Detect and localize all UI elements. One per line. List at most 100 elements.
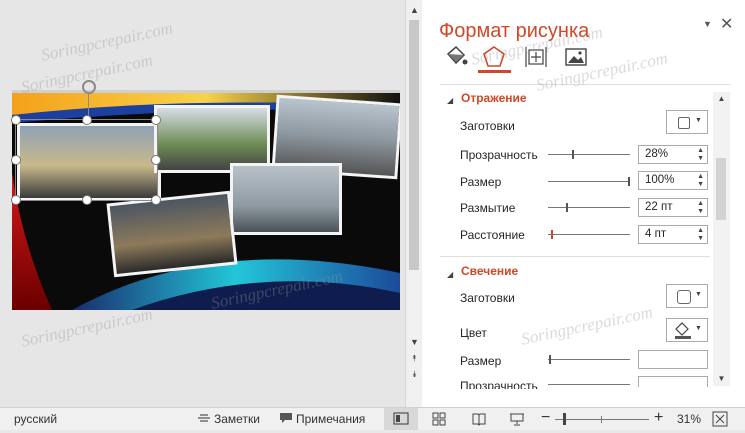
- reflection-blur-input[interactable]: 22 пт ▲ ▼: [638, 198, 708, 217]
- notes-button[interactable]: Заметки: [214, 412, 260, 426]
- chevron-down-icon: ▼: [695, 291, 702, 298]
- spin-down-icon[interactable]: ▼: [697, 181, 704, 188]
- scroll-thumb[interactable]: [716, 158, 726, 220]
- scroll-down-icon[interactable]: ▼: [406, 334, 423, 350]
- size-properties-icon[interactable]: [523, 44, 549, 70]
- spin-up-icon[interactable]: ▲: [697, 227, 704, 234]
- effects-tab-underline: [478, 70, 511, 73]
- spin-down-icon[interactable]: ▼: [697, 235, 704, 242]
- glow-section-title[interactable]: Свечение: [461, 264, 518, 278]
- zoom-level[interactable]: 31%: [677, 412, 701, 426]
- fit-slide-icon[interactable]: [712, 411, 728, 430]
- normal-view-button[interactable]: [384, 408, 418, 430]
- reflection-transparency-label: Прозрачность: [460, 148, 538, 162]
- resize-handle-bottom-left[interactable]: [11, 195, 21, 205]
- reflection-size-thumb[interactable]: [628, 177, 630, 186]
- slideshow-icon[interactable]: [509, 412, 525, 429]
- notes-icon: [198, 413, 210, 424]
- zoom-slider-thumb[interactable]: [563, 413, 566, 425]
- reflection-presets-dropdown[interactable]: ▼: [666, 110, 708, 134]
- glow-size-thumb[interactable]: [549, 355, 551, 364]
- section-divider: [440, 256, 710, 257]
- scroll-down-icon[interactable]: ▼: [713, 372, 730, 386]
- glow-transparency-input[interactable]: [638, 376, 708, 387]
- resize-handle-top-left[interactable]: [11, 115, 21, 125]
- selection-frame[interactable]: [15, 119, 158, 201]
- reflection-size-slider[interactable]: [548, 181, 630, 182]
- resize-handle-top[interactable]: [82, 115, 92, 125]
- reflection-blur-slider[interactable]: [548, 207, 630, 208]
- glow-transparency-slider[interactable]: [548, 384, 630, 385]
- scroll-up-icon[interactable]: ▲: [713, 92, 730, 106]
- reflection-size-label: Размер: [460, 175, 502, 189]
- zoom-in-icon[interactable]: +: [654, 409, 663, 427]
- spin-down-icon[interactable]: ▼: [697, 155, 704, 162]
- preset-swatch-icon: [678, 117, 690, 129]
- glow-size-label: Размер: [460, 354, 502, 368]
- zoom-slider[interactable]: [555, 419, 649, 420]
- glow-color-label: Цвет: [460, 326, 487, 340]
- reflection-collapse-icon[interactable]: ◢: [447, 96, 453, 105]
- preset-swatch-icon: [677, 290, 691, 304]
- scroll-thumb[interactable]: [409, 20, 419, 270]
- resize-handle-top-right[interactable]: [151, 115, 161, 125]
- effects-icon[interactable]: [481, 44, 507, 70]
- reflection-blur-label: Размытие: [460, 201, 516, 215]
- slide-photo-road-people[interactable]: [106, 190, 238, 278]
- reflection-transparency-slider[interactable]: [548, 154, 630, 155]
- reflection-size-value: 100%: [645, 174, 675, 186]
- slide-sorter-icon[interactable]: [432, 412, 446, 429]
- spin-up-icon[interactable]: ▲: [697, 173, 704, 180]
- picture-icon[interactable]: [563, 44, 589, 70]
- resize-handle-bottom-right[interactable]: [151, 195, 161, 205]
- paint-bucket-icon: [675, 322, 691, 339]
- pane-vertical-scrollbar[interactable]: ▲ ▼: [713, 92, 730, 386]
- spin-down-icon[interactable]: ▼: [697, 208, 704, 215]
- resize-handle-right[interactable]: [151, 155, 161, 165]
- reflection-section-title[interactable]: Отражение: [461, 91, 527, 105]
- slide-photo-foggy-forest[interactable]: [230, 163, 342, 235]
- previous-slide-icon[interactable]: ⯭: [406, 350, 423, 366]
- close-icon[interactable]: ✕: [720, 14, 733, 34]
- spin-up-icon[interactable]: ▲: [697, 147, 704, 154]
- glow-transparency-label: Прозрачность: [460, 379, 538, 389]
- reading-view-icon[interactable]: [472, 412, 486, 429]
- pane-title: Формат рисунка: [439, 20, 590, 42]
- reflection-transparency-value: 28%: [645, 148, 669, 160]
- resize-handle-left[interactable]: [11, 155, 21, 165]
- zoom-slider-center-tick: [601, 416, 602, 423]
- reflection-distance-label: Расстояние: [460, 228, 525, 242]
- reflection-distance-thumb[interactable]: [551, 230, 553, 239]
- normal-view-icon: [393, 412, 409, 425]
- language-indicator[interactable]: русский: [14, 412, 57, 426]
- pane-divider: [440, 84, 730, 85]
- glow-presets-label: Заготовки: [460, 291, 515, 305]
- reflection-distance-input[interactable]: 4 пт ▲ ▼: [638, 225, 708, 244]
- chevron-down-icon: ▼: [695, 117, 702, 124]
- glow-collapse-icon[interactable]: ◢: [447, 270, 453, 279]
- reflection-transparency-thumb[interactable]: [572, 150, 574, 159]
- comments-button[interactable]: Примечания: [296, 412, 365, 426]
- slide-vertical-scrollbar[interactable]: ▲ ▼ ⯭ ⯯: [405, 0, 423, 407]
- zoom-out-icon[interactable]: −: [541, 409, 550, 427]
- glow-size-slider[interactable]: [548, 359, 630, 360]
- fill-line-icon[interactable]: [443, 44, 469, 70]
- next-slide-icon[interactable]: ⯯: [406, 366, 423, 382]
- spin-up-icon[interactable]: ▲: [697, 200, 704, 207]
- pane-options-icon[interactable]: ▼: [703, 19, 712, 29]
- reflection-distance-value: 4 пт: [645, 228, 667, 240]
- reflection-blur-thumb[interactable]: [566, 203, 568, 212]
- reflection-distance-slider[interactable]: [548, 234, 630, 235]
- scroll-up-icon[interactable]: ▲: [406, 2, 423, 18]
- glow-presets-dropdown[interactable]: ▼: [666, 284, 708, 308]
- status-bar: русский Заметки Примечания − + 31%: [0, 407, 745, 430]
- glow-color-dropdown[interactable]: ▼: [666, 318, 708, 342]
- reflection-size-input[interactable]: 100% ▲ ▼: [638, 171, 708, 190]
- rotate-handle[interactable]: [82, 80, 96, 94]
- glow-size-input[interactable]: [638, 350, 708, 369]
- reflection-transparency-input[interactable]: 28% ▲ ▼: [638, 145, 708, 164]
- chevron-down-icon: ▼: [695, 325, 702, 332]
- resize-handle-bottom[interactable]: [82, 195, 92, 205]
- reflection-blur-value: 22 пт: [645, 201, 673, 213]
- reflection-presets-label: Заготовки: [460, 119, 515, 133]
